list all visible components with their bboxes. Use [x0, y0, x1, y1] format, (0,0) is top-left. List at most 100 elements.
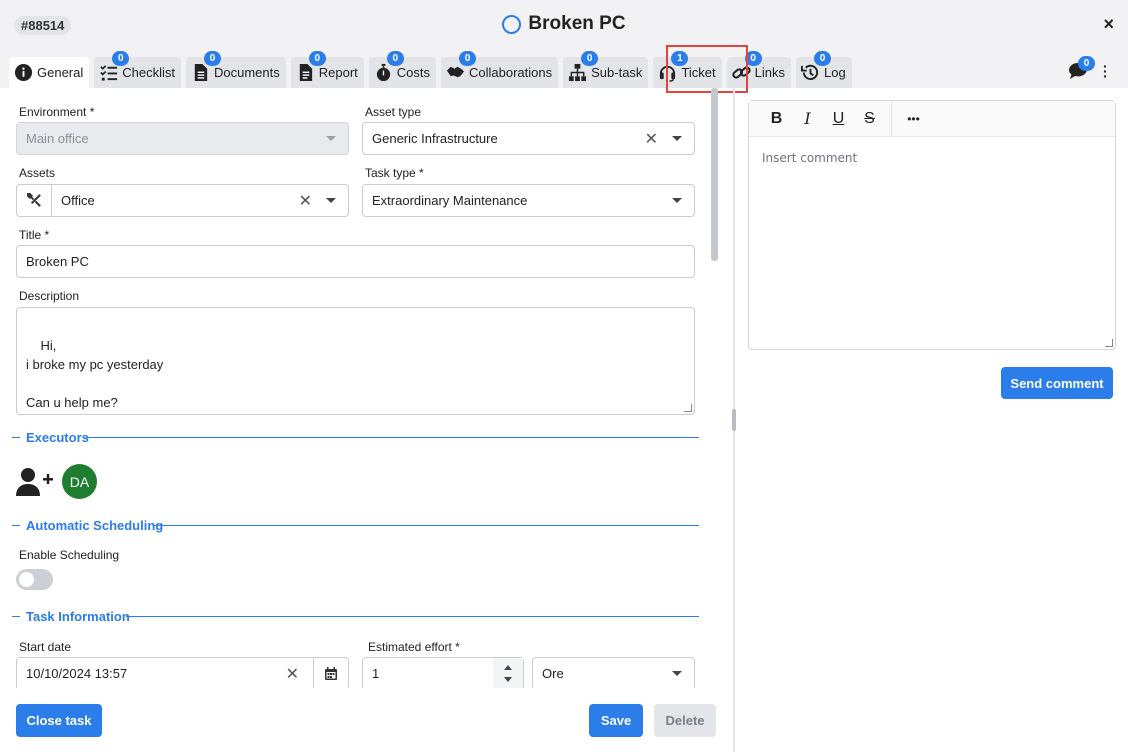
tab-badge: 0 — [386, 51, 404, 66]
tab-label: Ticket — [681, 65, 716, 80]
chevron-down-icon[interactable] — [672, 671, 682, 676]
tab-links[interactable]: 0 Links — [726, 51, 791, 88]
tab-badge: 1 — [671, 51, 689, 66]
asset-type-select[interactable]: Generic Infrastructure ✕ — [362, 122, 695, 155]
estimated-effort-input[interactable]: 1 — [362, 657, 524, 688]
strikethrough-button[interactable]: S — [854, 110, 885, 128]
tab-label: Links — [754, 65, 785, 80]
tab-label: Checklist — [122, 65, 175, 80]
chevron-down-icon[interactable] — [672, 198, 682, 203]
task-type-value: Extraordinary Maintenance — [372, 193, 528, 208]
tab-label: Report — [318, 65, 358, 80]
assets-label: Assets — [19, 166, 56, 180]
comment-editor: B I U S ••• Insert comment — [748, 100, 1116, 350]
resize-handle[interactable] — [684, 404, 692, 412]
more-options-icon[interactable]: · · · — [1103, 59, 1108, 83]
save-button[interactable]: Save — [589, 704, 643, 737]
tab-label: General — [37, 65, 84, 80]
chevron-down-icon[interactable] — [672, 136, 682, 141]
add-user-icon[interactable] — [16, 467, 53, 497]
description-textarea[interactable]: Hi, i broke my pc yesterday Can u help m… — [16, 307, 695, 415]
environment-label: Environment * — [19, 105, 95, 119]
title-label: Title * — [19, 228, 50, 242]
assets-value: Office — [61, 193, 95, 208]
more-formatting-button[interactable]: ••• — [898, 112, 929, 126]
title-wrap: Broken PC — [0, 13, 1128, 35]
sitemap-icon — [569, 63, 587, 82]
comment-input[interactable]: Insert comment — [749, 137, 1115, 179]
send-comment-button[interactable]: Send comment — [1001, 367, 1113, 399]
tab-report[interactable]: 0 Report — [290, 51, 364, 88]
number-stepper[interactable] — [493, 658, 523, 688]
delete-button[interactable]: Delete — [654, 704, 716, 737]
task-type-select[interactable]: Extraordinary Maintenance — [362, 184, 695, 217]
toolbar-divider — [891, 100, 892, 137]
section-title: Executors — [26, 430, 89, 445]
title-value: Broken PC — [26, 254, 89, 269]
close-task-button[interactable]: Close task — [16, 704, 102, 737]
start-date-value: 10/10/2024 13:57 — [26, 666, 128, 681]
italic-button[interactable]: I — [792, 109, 823, 128]
page-title: Broken PC — [528, 13, 626, 34]
title-input[interactable]: Broken PC — [16, 245, 695, 278]
tab-badge: 0 — [814, 51, 831, 66]
tab-badge: 0 — [204, 51, 221, 66]
splitter-handle[interactable] — [732, 409, 736, 431]
tab-bar: General 0 Checklist 0 Documents 0 Report… — [9, 51, 852, 88]
section-divider — [126, 616, 699, 617]
description-label: Description — [19, 289, 80, 303]
tab-costs[interactable]: 0 Costs — [368, 51, 437, 88]
decrement-icon[interactable] — [504, 677, 512, 682]
task-info-section[interactable]: Task Information — [12, 609, 130, 624]
scheduling-toggle[interactable] — [16, 569, 53, 590]
bold-button[interactable]: B — [761, 110, 792, 128]
tab-label: Documents — [214, 65, 280, 80]
editor-toolbar: B I U S ••• — [749, 100, 1115, 137]
section-divider — [86, 437, 699, 438]
increment-icon[interactable] — [504, 665, 512, 670]
start-date-label: Start date — [19, 640, 72, 654]
calendar-icon[interactable] — [313, 658, 348, 688]
clear-icon[interactable]: ✕ — [286, 664, 299, 684]
tab-label: Collaborations — [469, 65, 553, 80]
tab-badge: 0 — [112, 51, 130, 66]
modal-footer: Close task Save Delete — [0, 688, 733, 752]
executors-section[interactable]: Executors — [12, 430, 89, 445]
form-scrollbar[interactable] — [711, 88, 718, 261]
description-value: Hi, i broke my pc yesterday Can u help m… — [26, 338, 164, 410]
tab-checklist[interactable]: 0 Checklist — [94, 51, 181, 88]
estimated-effort-label: Estimated effort * — [368, 640, 460, 654]
section-title: Automatic Scheduling — [26, 518, 164, 533]
tab-sub-task[interactable]: 0 Sub-task — [563, 51, 649, 88]
modal-header: #88514 Broken PC × General 0 Checklist 0… — [0, 0, 1128, 88]
tools-icon — [17, 185, 52, 216]
asset-type-label: Asset type — [365, 105, 422, 119]
status-circle-icon[interactable] — [502, 14, 522, 34]
effort-unit-value: Ore — [542, 666, 564, 681]
clear-icon[interactable]: ✕ — [645, 129, 658, 149]
tab-badge: 0 — [308, 51, 326, 66]
tab-documents[interactable]: 0 Documents — [186, 51, 286, 88]
scheduling-section[interactable]: Automatic Scheduling — [12, 518, 163, 533]
tab-general[interactable]: General — [9, 57, 90, 88]
start-date-input[interactable]: 10/10/2024 13:57 ✕ — [16, 657, 349, 688]
report-icon — [299, 63, 312, 82]
handshake-icon — [446, 66, 465, 78]
assets-select[interactable]: Office ✕ — [16, 184, 349, 217]
scheduling-toggle-label: Enable Scheduling — [19, 548, 120, 562]
tab-label: Sub-task — [591, 65, 643, 80]
tab-collaborations[interactable]: 0 Collaborations — [441, 51, 559, 88]
tab-badge: 0 — [459, 51, 477, 66]
chevron-down-icon — [326, 136, 336, 141]
tab-log[interactable]: 0 Log — [796, 51, 852, 88]
clear-icon[interactable]: ✕ — [299, 191, 312, 211]
close-icon[interactable]: × — [1103, 14, 1114, 35]
tab-badge: 0 — [744, 51, 762, 66]
chevron-down-icon[interactable] — [326, 198, 336, 203]
environment-select: Main office — [16, 122, 349, 155]
tab-ticket[interactable]: 1 Ticket — [653, 51, 722, 88]
avatar[interactable]: DA — [62, 464, 97, 499]
resize-handle[interactable] — [1105, 339, 1113, 347]
effort-unit-select[interactable]: Ore — [532, 657, 695, 688]
underline-button[interactable]: U — [823, 110, 854, 128]
